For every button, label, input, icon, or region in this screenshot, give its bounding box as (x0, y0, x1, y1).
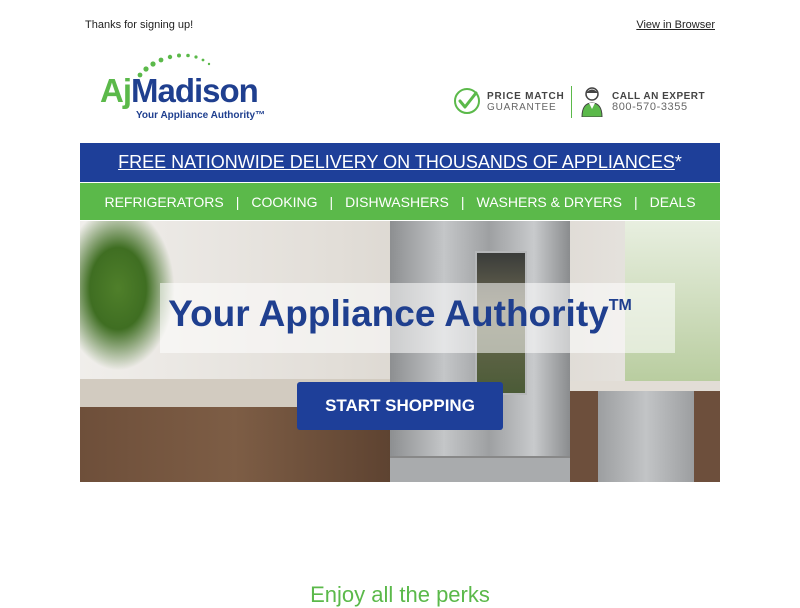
preheader-thanks: Thanks for signing up! (85, 19, 194, 31)
price-match-badge[interactable]: PRICE MATCH GUARANTEE (487, 91, 565, 113)
nav-separator: | (633, 193, 638, 210)
hero-right-counter (570, 381, 720, 391)
call-expert-badge[interactable]: CALL AN EXPERT 800-570-3355 (612, 91, 705, 113)
hero-fridge-drawer (390, 456, 570, 482)
start-shopping-button[interactable]: START SHOPPING (297, 382, 503, 430)
nav-separator: | (329, 193, 334, 210)
logo-aj: Aj (100, 72, 132, 109)
hero-dishwasher (598, 391, 694, 482)
nav-refrigerators[interactable]: REFRIGERATORS (104, 194, 223, 210)
free-delivery-text: FREE NATIONWIDE DELIVERY ON THOUSANDS OF… (118, 152, 675, 172)
nav-separator: | (235, 193, 240, 210)
nav-separator: | (460, 193, 465, 210)
perks-heading: Enjoy all the perks (310, 582, 490, 607)
hero-heading: Your Appliance AuthorityTM (80, 293, 720, 335)
free-delivery-asterisk: * (674, 152, 682, 172)
check-circle-icon (454, 88, 480, 114)
hero-trademark: TM (608, 297, 632, 314)
price-match-title: PRICE MATCH (487, 91, 565, 102)
hero-banner[interactable]: Your Appliance AuthorityTM START SHOPPIN… (80, 221, 720, 482)
category-nav: REFRIGERATORS | COOKING | DISHWASHERS | … (80, 183, 720, 220)
free-delivery-banner[interactable]: FREE NATIONWIDE DELIVERY ON THOUSANDS OF… (80, 143, 720, 182)
hero-heading-text: Your Appliance Authority (168, 293, 609, 334)
logo-tagline: Your Appliance Authority™ (136, 110, 266, 121)
nav-washers-dryers[interactable]: WASHERS & DRYERS (477, 194, 622, 210)
logo-wordmark: AjMadison (100, 72, 259, 109)
nav-cooking[interactable]: COOKING (251, 194, 317, 210)
nav-deals[interactable]: DEALS (650, 194, 696, 210)
price-match-sub: GUARANTEE (487, 102, 557, 113)
view-in-browser-link[interactable]: View in Browser (636, 19, 715, 31)
header-divider (571, 86, 572, 118)
ajmadison-logo[interactable]: AjMadison Your Appliance Authority™ (100, 52, 280, 122)
logo-madison: Madison (131, 72, 259, 109)
expert-phone-number[interactable]: 800-570-3355 (612, 102, 705, 113)
expert-agent-icon (581, 87, 603, 117)
nav-dishwashers[interactable]: DISHWASHERS (345, 194, 449, 210)
